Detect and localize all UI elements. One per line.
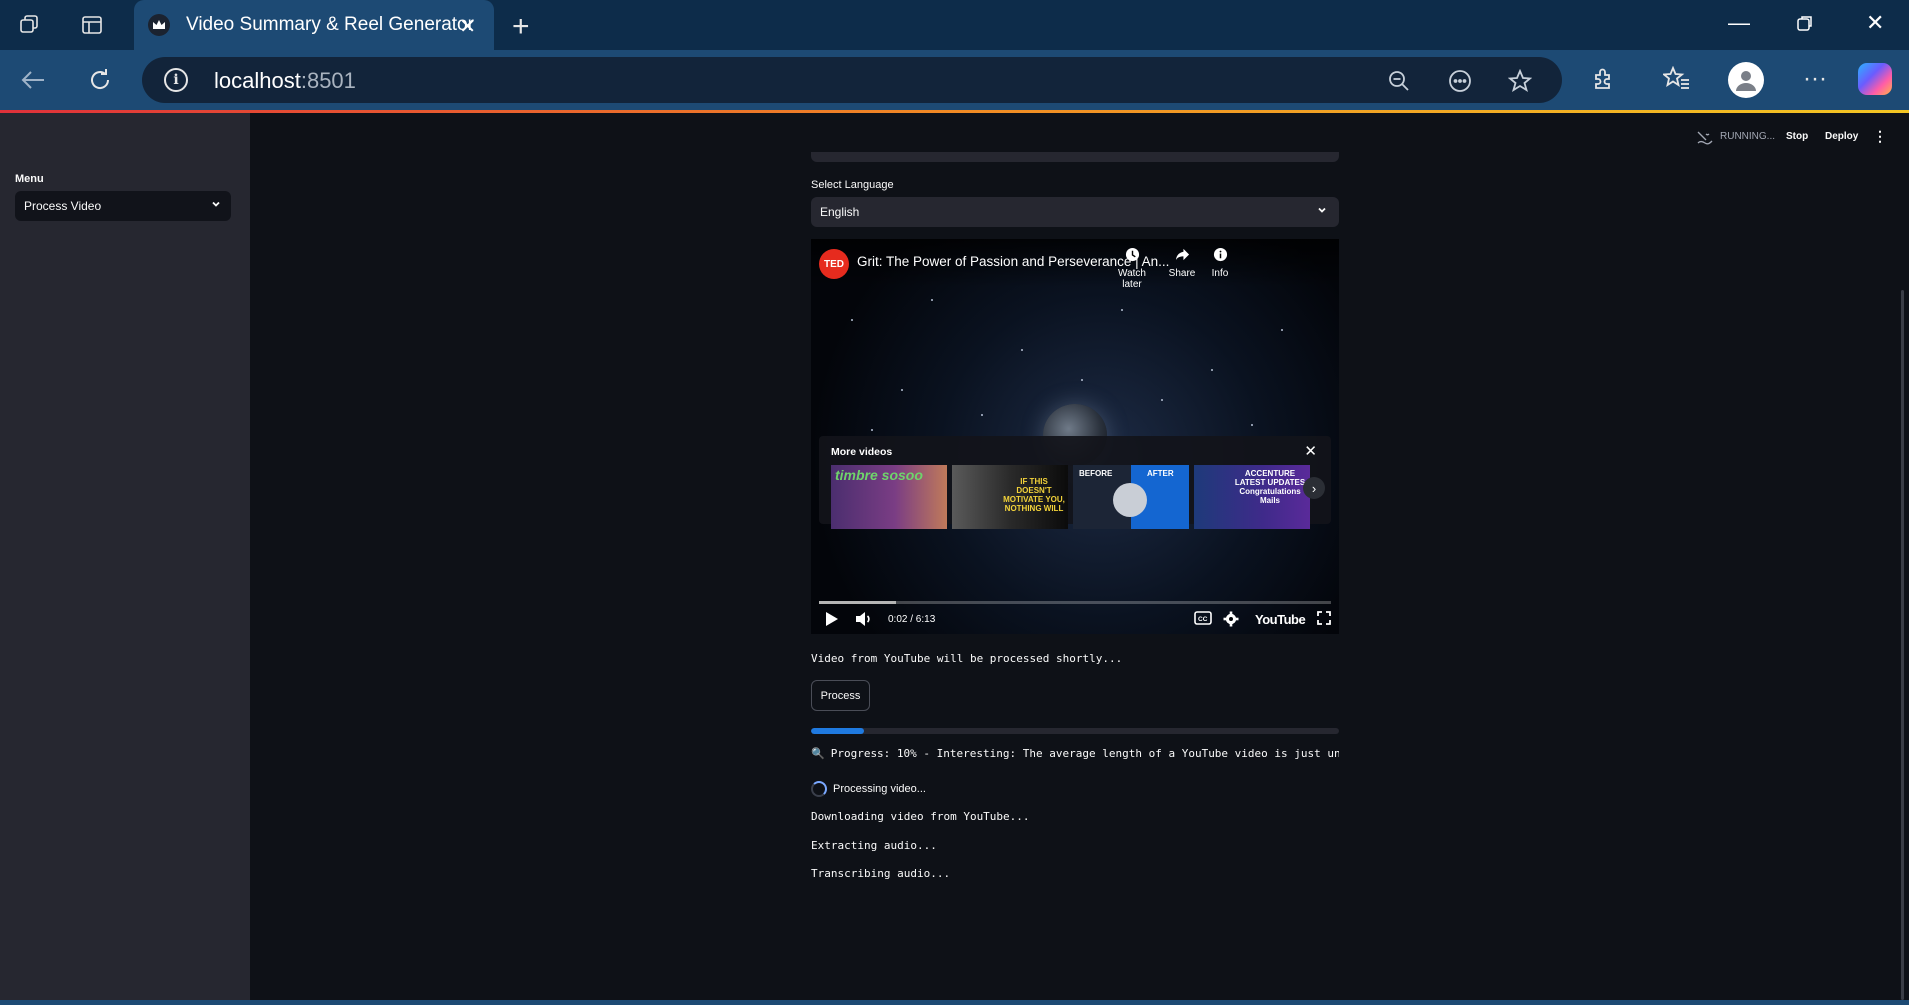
related-video-thumbnail[interactable]: IF THIS DOESN'T MOTIVATE YOU, NOTHING WI… bbox=[952, 465, 1068, 529]
related-video-thumbnail[interactable]: ACCENTURE LATEST UPDATES Congratulations… bbox=[1194, 465, 1310, 529]
youtube-logo[interactable]: YouTube bbox=[1255, 612, 1306, 627]
play-icon[interactable] bbox=[825, 611, 839, 630]
refresh-icon[interactable] bbox=[84, 64, 116, 96]
zoom-out-icon[interactable] bbox=[1386, 68, 1412, 94]
video-player[interactable]: TED Grit: The Power of Passion and Perse… bbox=[811, 239, 1339, 634]
menu-select[interactable]: Process Video bbox=[15, 191, 231, 221]
previous-select-edge[interactable] bbox=[811, 152, 1339, 162]
workspaces-icon[interactable] bbox=[17, 12, 43, 38]
page-scrollbar[interactable] bbox=[1901, 290, 1904, 1000]
log-line: Downloading video from YouTube... bbox=[811, 810, 1030, 823]
language-select-value: English bbox=[820, 205, 860, 219]
info-label: Info bbox=[1211, 268, 1229, 279]
menu-label: Menu bbox=[15, 173, 44, 185]
address-bar[interactable]: i localhost:8501 bbox=[142, 57, 1562, 103]
stop-button[interactable]: Stop bbox=[1786, 131, 1808, 142]
related-video-thumbnail[interactable]: BEFORE AFTER bbox=[1073, 465, 1189, 529]
ellipsis-icon[interactable]: ··· bbox=[1800, 64, 1830, 94]
chevron-right-icon[interactable]: › bbox=[1303, 477, 1325, 499]
volume-icon[interactable] bbox=[855, 611, 873, 630]
minimize-icon[interactable]: — bbox=[1728, 10, 1750, 36]
fullscreen-icon[interactable] bbox=[1317, 611, 1331, 628]
browser-toolbar: i localhost:8501 ··· bbox=[0, 50, 1909, 110]
browser-tab-active[interactable]: Video Summary & Reel Generator ✕ bbox=[134, 0, 494, 50]
info-message: Video from YouTube will be processed sho… bbox=[811, 652, 1123, 665]
browser-tab-bar: Video Summary & Reel Generator ✕ + — ✕ bbox=[0, 0, 1909, 50]
processing-spinner-row: Processing video... bbox=[811, 781, 926, 797]
deploy-button[interactable]: Deploy bbox=[1825, 131, 1858, 142]
thumbnail-text: AFTER bbox=[1147, 469, 1174, 478]
log-line: Transcribing audio... bbox=[811, 867, 951, 880]
video-progress-bar[interactable] bbox=[819, 601, 1331, 604]
puzzle-icon[interactable] bbox=[1589, 64, 1619, 94]
captions-icon[interactable]: CC bbox=[1194, 611, 1212, 628]
menu-select-value: Process Video bbox=[24, 199, 102, 213]
running-icon bbox=[1697, 131, 1713, 148]
thumbnail-text: BEFORE bbox=[1079, 469, 1113, 478]
watch-later-button[interactable]: Watch later bbox=[1107, 247, 1157, 290]
window-bottom-border bbox=[0, 1000, 1909, 1005]
back-arrow-icon[interactable] bbox=[17, 64, 49, 96]
chevron-down-icon bbox=[1317, 204, 1327, 218]
progress-message: Progress: 10% - Interesting: The average… bbox=[830, 747, 1339, 760]
sidebar: Menu Process Video bbox=[0, 113, 250, 1000]
star-icon[interactable] bbox=[1507, 68, 1533, 94]
restore-icon[interactable] bbox=[1796, 12, 1814, 38]
close-icon[interactable]: ✕ bbox=[1304, 442, 1317, 460]
svg-text:CC: CC bbox=[1198, 616, 1208, 623]
tab-actions-icon[interactable] bbox=[79, 12, 105, 38]
thumbnail-text: ACCENTURE LATEST UPDATES Congratulations… bbox=[1234, 469, 1306, 505]
info-button[interactable]: Info bbox=[1195, 247, 1245, 279]
favorites-icon[interactable] bbox=[1662, 64, 1692, 94]
more-videos-title: More videos bbox=[831, 446, 893, 458]
thumbnail-text: IF THIS DOESN'T MOTIVATE YOU, NOTHING WI… bbox=[1003, 477, 1065, 513]
related-video-thumbnail[interactable]: timbre sosoo bbox=[831, 465, 947, 529]
settings-gear-icon[interactable] bbox=[1223, 611, 1239, 630]
progress-bar bbox=[811, 728, 1339, 734]
plus-icon[interactable]: + bbox=[512, 10, 530, 44]
language-select[interactable]: English bbox=[811, 197, 1339, 227]
tab-title: Video Summary & Reel Generator bbox=[186, 14, 474, 35]
progress-text: 🔍 Progress: 10% - Interesting: The averag… bbox=[811, 747, 1339, 760]
log-line: Extracting audio... bbox=[811, 839, 937, 852]
clock-icon bbox=[1107, 247, 1157, 266]
info-icon[interactable]: i bbox=[164, 68, 188, 92]
channel-logo[interactable]: TED bbox=[819, 249, 849, 279]
spinner-text: Processing video... bbox=[833, 783, 926, 795]
copilot-icon[interactable] bbox=[1858, 63, 1892, 95]
share-label: Share bbox=[1168, 268, 1196, 279]
crown-icon bbox=[148, 14, 170, 36]
url-text[interactable]: localhost:8501 bbox=[214, 68, 356, 94]
close-icon[interactable]: ✕ bbox=[459, 14, 476, 39]
process-button[interactable]: Process bbox=[811, 680, 870, 711]
more-videos-panel: More videos ✕ timbre sosoo IF THIS DOESN… bbox=[819, 436, 1331, 529]
close-window-icon[interactable]: ✕ bbox=[1866, 10, 1884, 36]
info-circle-icon bbox=[1195, 247, 1245, 266]
more-circle-icon[interactable] bbox=[1447, 68, 1473, 94]
running-status: RUNNING... bbox=[1720, 131, 1775, 142]
magnifier-icon: 🔍 bbox=[811, 747, 825, 760]
profile-icon[interactable] bbox=[1728, 62, 1764, 98]
video-time: 0:02 / 6:13 bbox=[888, 614, 936, 625]
language-label: Select Language bbox=[811, 179, 894, 191]
main-menu-icon[interactable]: ⋮ bbox=[1873, 128, 1887, 145]
spinner-icon bbox=[811, 781, 827, 797]
thumbnail-text: timbre sosoo bbox=[835, 467, 923, 483]
chevron-down-icon bbox=[211, 198, 221, 212]
watch-later-label: Watch later bbox=[1118, 268, 1146, 290]
